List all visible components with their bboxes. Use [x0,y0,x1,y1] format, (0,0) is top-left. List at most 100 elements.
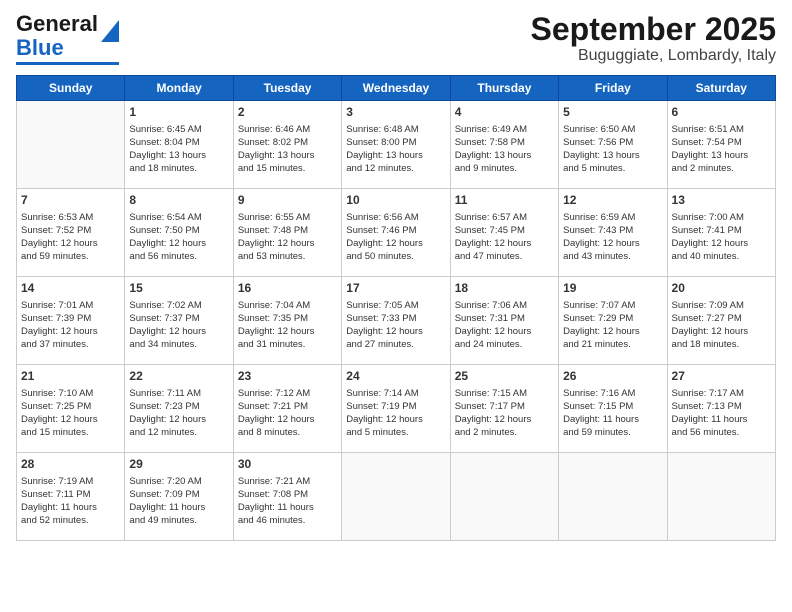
table-row: 24 Sunrise: 7:14 AM Sunset: 7:19 PM Dayli… [342,365,450,453]
day-content: Sunrise: 7:11 AM Sunset: 7:23 PM Dayligh… [129,387,228,440]
day-number: 20 [672,280,771,296]
table-row: 30 Sunrise: 7:21 AM Sunset: 7:08 PM Dayli… [233,453,341,541]
table-row [342,453,450,541]
day-content: Sunrise: 7:17 AM Sunset: 7:13 PM Dayligh… [672,387,771,440]
table-row: 26 Sunrise: 7:16 AM Sunset: 7:15 PM Dayli… [559,365,667,453]
title-section: September 2025 Buguggiate, Lombardy, Ita… [531,12,776,65]
day-number: 28 [21,456,120,472]
day-number: 24 [346,368,445,384]
table-row: 6 Sunrise: 6:51 AM Sunset: 7:54 PM Daylig… [667,101,775,189]
calendar-header-row: Sunday Monday Tuesday Wednesday Thursday… [17,76,776,101]
col-sunday: Sunday [17,76,125,101]
day-content: Sunrise: 6:45 AM Sunset: 8:04 PM Dayligh… [129,123,228,176]
day-content: Sunrise: 7:19 AM Sunset: 7:11 PM Dayligh… [21,475,120,528]
day-content: Sunrise: 7:16 AM Sunset: 7:15 PM Dayligh… [563,387,662,440]
table-row [667,453,775,541]
logo-text: General Blue [16,12,98,60]
table-row: 23 Sunrise: 7:12 AM Sunset: 7:21 PM Dayli… [233,365,341,453]
table-row: 5Sunrise: 6:50 AM Sunset: 7:56 PM Daylig… [559,101,667,189]
day-number: 2 [238,104,337,120]
day-number: 26 [563,368,662,384]
col-saturday: Saturday [667,76,775,101]
day-number: 14 [21,280,120,296]
table-row: 29 Sunrise: 7:20 AM Sunset: 7:09 PM Dayli… [125,453,233,541]
table-row: 16 Sunrise: 7:04 AM Sunset: 7:35 PM Dayli… [233,277,341,365]
day-number: 8 [129,192,228,208]
table-row: 11Sunrise: 6:57 AM Sunset: 7:45 PM Dayli… [450,189,558,277]
day-content: Sunrise: 6:51 AM Sunset: 7:54 PM Dayligh… [672,123,771,176]
day-number: 23 [238,368,337,384]
table-row: 19Sunrise: 7:07 AM Sunset: 7:29 PM Dayli… [559,277,667,365]
day-content: Sunrise: 7:02 AM Sunset: 7:37 PM Dayligh… [129,299,228,352]
day-content: Sunrise: 6:56 AM Sunset: 7:46 PM Dayligh… [346,211,445,264]
day-content: Sunrise: 7:06 AM Sunset: 7:31 PM Dayligh… [455,299,554,352]
col-friday: Friday [559,76,667,101]
day-number: 29 [129,456,228,472]
logo-triangle-icon [101,20,119,42]
day-content: Sunrise: 7:20 AM Sunset: 7:09 PM Dayligh… [129,475,228,528]
table-row: 4 Sunrise: 6:49 AM Sunset: 7:58 PM Daylig… [450,101,558,189]
day-number: 10 [346,192,445,208]
day-number: 16 [238,280,337,296]
day-number: 3 [346,104,445,120]
day-content: Sunrise: 7:05 AM Sunset: 7:33 PM Dayligh… [346,299,445,352]
logo-underline [16,62,119,65]
table-row [559,453,667,541]
day-number: 4 [455,104,554,120]
day-number: 19 [563,280,662,296]
calendar-title: September 2025 [531,12,776,47]
day-content: Sunrise: 6:59 AM Sunset: 7:43 PM Dayligh… [563,211,662,264]
header: General Blue September 2025 Buguggiate, … [16,12,776,65]
day-content: Sunrise: 6:49 AM Sunset: 7:58 PM Dayligh… [455,123,554,176]
calendar-week-4: 21 Sunrise: 7:10 AM Sunset: 7:25 PM Dayli… [17,365,776,453]
table-row: 22 Sunrise: 7:11 AM Sunset: 7:23 PM Dayli… [125,365,233,453]
day-number: 17 [346,280,445,296]
calendar-week-1: 1 Sunrise: 6:45 AM Sunset: 8:04 PM Daylig… [17,101,776,189]
table-row: 25 Sunrise: 7:15 AM Sunset: 7:17 PM Dayli… [450,365,558,453]
table-row: 17 Sunrise: 7:05 AM Sunset: 7:33 PM Dayli… [342,277,450,365]
day-content: Sunrise: 7:21 AM Sunset: 7:08 PM Dayligh… [238,475,337,528]
day-content: Sunrise: 6:54 AM Sunset: 7:50 PM Dayligh… [129,211,228,264]
logo-blue: Blue [16,35,64,60]
calendar-week-3: 14 Sunrise: 7:01 AM Sunset: 7:39 PM Dayli… [17,277,776,365]
day-number: 6 [672,104,771,120]
day-content: Sunrise: 7:12 AM Sunset: 7:21 PM Dayligh… [238,387,337,440]
day-number: 22 [129,368,228,384]
day-number: 12 [563,192,662,208]
table-row: 9Sunrise: 6:55 AM Sunset: 7:48 PM Daylig… [233,189,341,277]
day-number: 21 [21,368,120,384]
day-content: Sunrise: 7:01 AM Sunset: 7:39 PM Dayligh… [21,299,120,352]
day-content: Sunrise: 7:14 AM Sunset: 7:19 PM Dayligh… [346,387,445,440]
day-content: Sunrise: 7:04 AM Sunset: 7:35 PM Dayligh… [238,299,337,352]
day-number: 27 [672,368,771,384]
day-number: 18 [455,280,554,296]
calendar-subtitle: Buguggiate, Lombardy, Italy [531,47,776,65]
day-content: Sunrise: 6:55 AM Sunset: 7:48 PM Dayligh… [238,211,337,264]
table-row [450,453,558,541]
col-tuesday: Tuesday [233,76,341,101]
day-number: 30 [238,456,337,472]
day-number: 25 [455,368,554,384]
table-row: 12 Sunrise: 6:59 AM Sunset: 7:43 PM Dayli… [559,189,667,277]
table-row [17,101,125,189]
day-content: Sunrise: 6:53 AM Sunset: 7:52 PM Dayligh… [21,211,120,264]
col-monday: Monday [125,76,233,101]
day-number: 7 [21,192,120,208]
day-content: Sunrise: 7:10 AM Sunset: 7:25 PM Dayligh… [21,387,120,440]
table-row: 13 Sunrise: 7:00 AM Sunset: 7:41 PM Dayli… [667,189,775,277]
table-row: 2Sunrise: 6:46 AM Sunset: 8:02 PM Daylig… [233,101,341,189]
day-content: Sunrise: 7:09 AM Sunset: 7:27 PM Dayligh… [672,299,771,352]
logo: General Blue [16,12,119,65]
table-row: 7 Sunrise: 6:53 AM Sunset: 7:52 PM Daylig… [17,189,125,277]
table-row: 10 Sunrise: 6:56 AM Sunset: 7:46 PM Dayli… [342,189,450,277]
table-row: 1 Sunrise: 6:45 AM Sunset: 8:04 PM Daylig… [125,101,233,189]
day-number: 13 [672,192,771,208]
day-number: 1 [129,104,228,120]
page: General Blue September 2025 Buguggiate, … [0,0,792,612]
table-row: 20 Sunrise: 7:09 AM Sunset: 7:27 PM Dayli… [667,277,775,365]
day-content: Sunrise: 6:57 AM Sunset: 7:45 PM Dayligh… [455,211,554,264]
table-row: 27 Sunrise: 7:17 AM Sunset: 7:13 PM Dayli… [667,365,775,453]
day-content: Sunrise: 7:00 AM Sunset: 7:41 PM Dayligh… [672,211,771,264]
day-content: Sunrise: 7:15 AM Sunset: 7:17 PM Dayligh… [455,387,554,440]
table-row: 18 Sunrise: 7:06 AM Sunset: 7:31 PM Dayli… [450,277,558,365]
